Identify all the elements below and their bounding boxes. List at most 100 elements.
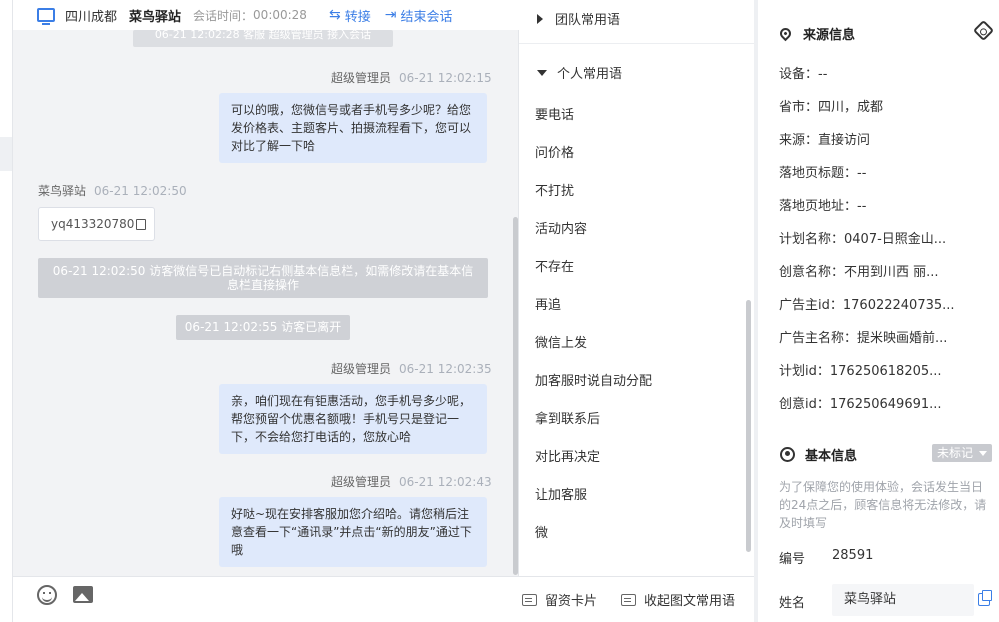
info-label: 落地页地址： [779,199,858,214]
message-time: 06-21 12:02:15 [399,71,492,85]
visitor-name: 菜鸟驿站 [129,9,182,25]
message-meta: 超级管理员 06-21 12:02:15 [331,69,492,86]
message-sender: 超级管理员 [331,362,392,376]
monitor-icon [37,8,55,25]
info-row-plan-name: 计划名称：0407-日照金山... [779,228,946,247]
phrases-scrollbar[interactable] [746,300,751,552]
collapse-phrases-button[interactable]: 收起图文常用语 [621,590,735,609]
phrase-item[interactable]: 拿到联系后 [519,401,754,439]
info-label: 来源： [779,133,819,148]
info-value: 直接访问 [818,133,871,148]
info-label: 创意名称： [779,265,845,280]
info-value: -- [857,166,867,181]
message-icon [621,593,637,606]
info-label: 省市： [779,100,819,115]
card-icon [522,593,537,606]
basic-info-label: 基本信息 [805,449,858,464]
system-message-partial: 06-21 12:02:28 客服 超级管理员 接入会话 [133,30,393,47]
source-info-title: 来源信息 [777,24,855,43]
phrases-panel: 团队常用语 个人常用语 要电话 问价格 不打扰 活动内容 不存在 再追 微信上发… [519,0,754,622]
phrase-item[interactable]: 让加客服 [519,477,754,515]
info-value: 0407-日照金山... [844,232,947,247]
team-phrases-label: 团队常用语 [555,13,621,28]
info-label: 创意id： [779,397,830,412]
phrase-item[interactable]: 不存在 [519,249,754,287]
chat-header: 四川成都 菜鸟驿站 会话时间： 00:00:28 ⇆ 转接 ⇥ 结束会话 [13,0,519,30]
info-row-plan-id: 计划id：176250618205... [779,360,942,379]
copy-icon[interactable] [978,590,992,606]
app-root: 四川成都 菜鸟驿站 会话时间： 00:00:28 ⇆ 转接 ⇥ 结束会话 06-… [0,0,999,622]
transfer-icon: ⇆ [328,7,341,23]
info-value: -- [857,199,867,214]
transfer-button[interactable]: ⇆ 转接 [329,6,371,25]
left-gutter [0,0,12,622]
info-value: 176022240735... [842,298,955,313]
tag-dropdown[interactable]: 未标记 [932,444,992,462]
message-sender: 超级管理员 [331,475,392,489]
settings-icon[interactable] [972,19,995,42]
message-bubble: 亲，咱们现在有钜惠活动，您手机号多少呢，帮您预留个优惠名额哦！手机号只是登记一下… [219,384,487,454]
phrase-item[interactable]: 微信上发 [519,325,754,363]
chat-pane: 四川成都 菜鸟驿站 会话时间： 00:00:28 ⇆ 转接 ⇥ 结束会话 06-… [12,0,519,622]
info-card-button[interactable]: 留资卡片 [522,590,597,609]
team-phrases-group[interactable]: 团队常用语 [537,9,620,28]
visitor-info-panel: 来源信息 设备：-- 省市：四川，成都 来源：直接访问 落地页标题：-- 落地页… [758,0,999,622]
divider [519,43,754,44]
phrase-item[interactable]: 问价格 [519,135,754,173]
info-value: 176250649691... [829,397,942,412]
message-time: 06-21 12:02:43 [399,475,492,489]
message-meta: 超级管理员 06-21 12:02:35 [331,360,492,377]
tag-label: 未标记 [937,446,974,460]
info-value: 四川，成都 [818,100,884,115]
info-value: 提米映画婚前... [857,331,948,346]
chevron-down-icon [979,451,987,456]
end-session-label: 结束会话 [400,9,453,25]
caret-down-icon [537,69,547,76]
message-list[interactable]: 06-21 12:02:28 客服 超级管理员 接入会话 超级管理员 06-21 … [13,30,519,576]
personal-phrases-group[interactable]: 个人常用语 [537,63,622,82]
info-row-advertiser-id: 广告主id：176022240735... [779,294,955,313]
info-card-label: 留资卡片 [545,594,598,609]
info-label: 设备： [779,67,819,82]
info-label: 计划名称： [779,232,845,247]
info-row-city: 省市：四川，成都 [779,96,883,115]
info-label: 落地页标题： [779,166,858,181]
message-time: 06-21 12:02:35 [399,362,492,376]
end-session-button[interactable]: ⇥ 结束会话 [385,6,453,25]
chat-scrollbar[interactable] [513,217,518,575]
image-icon[interactable] [73,586,93,603]
personal-phrases-label: 个人常用语 [557,67,623,82]
phrase-item[interactable]: 微 [519,515,754,553]
message-time: 06-21 12:02:50 [94,184,187,198]
phrase-item[interactable]: 加客服时说自动分配 [519,363,754,401]
info-row-landing-title: 落地页标题：-- [779,162,866,181]
message-bubble: 好哒~现在安排客服加您介绍哈。请您稍后注意查看一下“通讯录”并点击“新的朋友”通… [219,497,487,567]
transfer-label: 转接 [344,9,371,25]
user-icon [780,447,795,462]
copy-icon[interactable] [136,218,147,230]
message-meta: 菜鸟驿站 06-21 12:02:50 [38,182,187,199]
emoji-icon[interactable] [37,585,57,605]
message-bubble: 可以的哦，您微信号或者手机号多少呢？给您发价格表、主题客片、拍摄流程看下，您可以… [219,93,487,163]
phrase-item[interactable]: 不打扰 [519,173,754,211]
phrase-item[interactable]: 再追 [519,287,754,325]
phrase-item[interactable]: 活动内容 [519,211,754,249]
info-row-advertiser-name: 广告主名称：提米映画婚前... [779,327,947,346]
phrase-item[interactable]: 对比再决定 [519,439,754,477]
info-row-device: 设备：-- [779,63,827,82]
contact-card[interactable]: yq413320780 [38,207,155,241]
basic-info-title: 基本信息 [780,445,857,464]
phrase-item[interactable]: 要电话 [519,97,754,135]
message-meta: 超级管理员 06-21 12:02:43 [331,473,492,490]
name-field[interactable] [832,584,974,616]
collapse-phrases-label: 收起图文常用语 [644,594,736,609]
caret-right-icon [537,13,543,24]
id-label: 编号 [779,552,806,567]
info-label: 计划id： [779,364,830,379]
contact-card-text: yq413320780 [51,217,135,231]
exit-icon: ⇥ [384,7,397,23]
info-label: 广告主id： [779,298,843,313]
info-row-creative-name: 创意名称：不用到川西 丽... [779,261,939,280]
phrases-footer: 留资卡片 收起图文常用语 [519,576,754,622]
system-message: 06-21 12:02:50 访客微信号已自动标记右侧基本信息栏，如需修改请在基… [38,258,488,298]
